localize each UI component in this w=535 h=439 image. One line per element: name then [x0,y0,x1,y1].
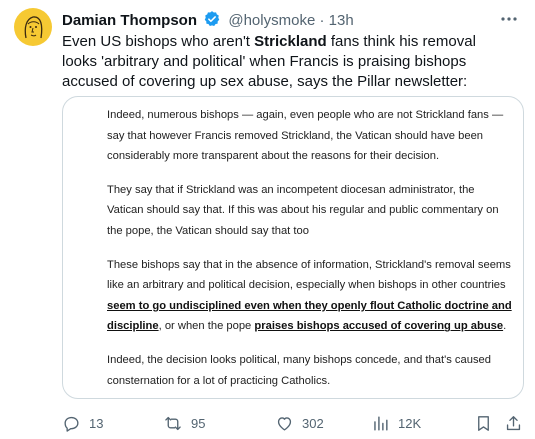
quoted-excerpt: Indeed, numerous bishops — again, even p… [107,105,512,398]
bookmark-icon [478,415,489,431]
author-handle[interactable]: @holysmoke [228,12,315,29]
view-count: 12K [398,415,422,431]
excerpt-text: These bishops say that in the absence of… [107,258,511,292]
excerpt-paragraph: Indeed, the decision looks political, ma… [107,353,491,387]
author-name[interactable]: Damian Thompson [62,12,197,29]
excerpt-paragraph: They say that if Strickland was an incom… [107,183,499,237]
tweet-text-bold: Strickland [254,33,327,50]
quote-image-card[interactable]: Indeed, numerous bishops — again, even p… [62,96,524,399]
excerpt-paragraph: These bishops say that in the absence of… [107,255,512,337]
action-bar: 13 95 302 12K [62,412,522,434]
repost-count: 95 [191,415,206,431]
share-icon [506,415,521,430]
views-icon [374,415,388,431]
excerpt-text: . [503,320,507,333]
reply-count: 13 [89,415,104,431]
tweet-text-part: Even US bishops who aren't [62,33,255,50]
excerpt-paragraph: Indeed, numerous bishops — again, even p… [107,109,504,163]
like-icon [277,416,292,431]
like-button[interactable]: 302 [275,412,324,434]
avatar-illustration [24,16,43,39]
like-count: 302 [302,415,324,431]
more-icon[interactable] [499,10,519,28]
excerpt-link: praises bishops accused of covering up a… [254,320,504,333]
reply-icon [64,416,79,432]
verified-badge-icon [203,10,221,32]
reply-button[interactable]: 13 [62,412,103,434]
bookmark-button[interactable] [474,412,493,434]
excerpt-text: , or when the pope [158,320,255,333]
share-button[interactable] [504,412,523,434]
separator-dot: · [319,12,325,29]
repost-icon [165,416,181,430]
repost-button[interactable]: 95 [163,412,205,434]
views-button[interactable]: 12K [371,412,421,434]
tweet-header: Damian Thompson @holysmoke · 13h [62,10,521,30]
timestamp[interactable]: 13h [329,12,354,29]
avatar[interactable] [14,8,52,46]
tweet-text: Even US bishops who aren't Strickland fa… [62,32,502,92]
